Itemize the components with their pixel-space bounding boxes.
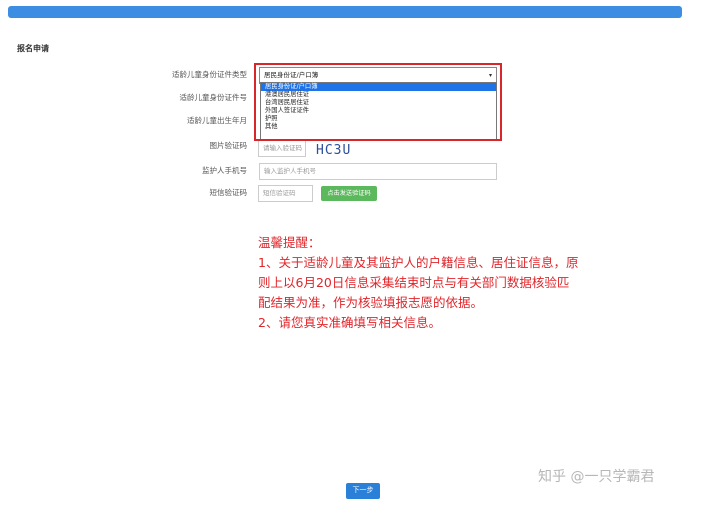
watermark: 知乎 @一只学霸君: [538, 469, 655, 485]
sms-label: 短信验证码: [209, 188, 248, 197]
id-type-dropdown[interactable]: 居民身份证/户口簿 港澳居民居住证 台湾居民居住证 外国人签证证件 护照 其他: [260, 82, 497, 140]
phone-label: 监护人手机号: [202, 166, 247, 175]
dropdown-option[interactable]: 居民身份证/户口簿: [261, 83, 496, 91]
top-header-bar: [8, 6, 682, 18]
notice-block: 温馨提醒： 1、关于适龄儿童及其监护人的户籍信息、居住证信息，原 则上以6月20…: [258, 233, 618, 333]
sms-code-input[interactable]: 短信验证码: [258, 185, 313, 202]
next-step-button[interactable]: 下一步: [346, 483, 380, 499]
id-number-label: 适龄儿童身份证件号: [179, 93, 248, 102]
birth-date-label: 适龄儿童出生年月: [187, 116, 247, 125]
sms-placeholder: 短信验证码: [263, 189, 296, 197]
captcha-label: 图片验证码: [209, 141, 248, 150]
notice-line: 配结果为准，作为核验填报志愿的依据。: [258, 295, 484, 310]
notice-heading: 温馨提醒：: [258, 235, 321, 250]
notice-line: 则上以6月20日信息采集结束时点与有关部门数据核验匹: [258, 275, 570, 290]
notice-line: 2、请您真实准确填写相关信息。: [258, 315, 441, 330]
dropdown-option[interactable]: 外国人签证证件: [261, 107, 496, 115]
captcha-input[interactable]: 请输入验证码: [258, 140, 306, 157]
dropdown-option[interactable]: 护照: [261, 115, 496, 123]
dropdown-option[interactable]: 台湾居民居住证: [261, 99, 496, 107]
section-title: 报名申请: [17, 44, 49, 53]
phone-input[interactable]: 输入监护人手机号: [259, 163, 497, 180]
id-type-label: 适龄儿童身份证件类型: [172, 70, 247, 79]
captcha-image[interactable]: HC3U: [316, 143, 351, 158]
send-sms-button[interactable]: 点击发送验证码: [321, 186, 377, 201]
dropdown-option[interactable]: 其他: [261, 123, 496, 131]
captcha-placeholder: 请输入验证码: [263, 144, 302, 152]
dropdown-option[interactable]: 港澳居民居住证: [261, 91, 496, 99]
phone-placeholder: 输入监护人手机号: [264, 167, 316, 175]
chevron-down-icon: ▾: [488, 72, 492, 79]
id-type-value: 居民身份证/户口簿: [264, 71, 319, 79]
notice-line: 1、关于适龄儿童及其监护人的户籍信息、居住证信息，原: [258, 255, 579, 270]
